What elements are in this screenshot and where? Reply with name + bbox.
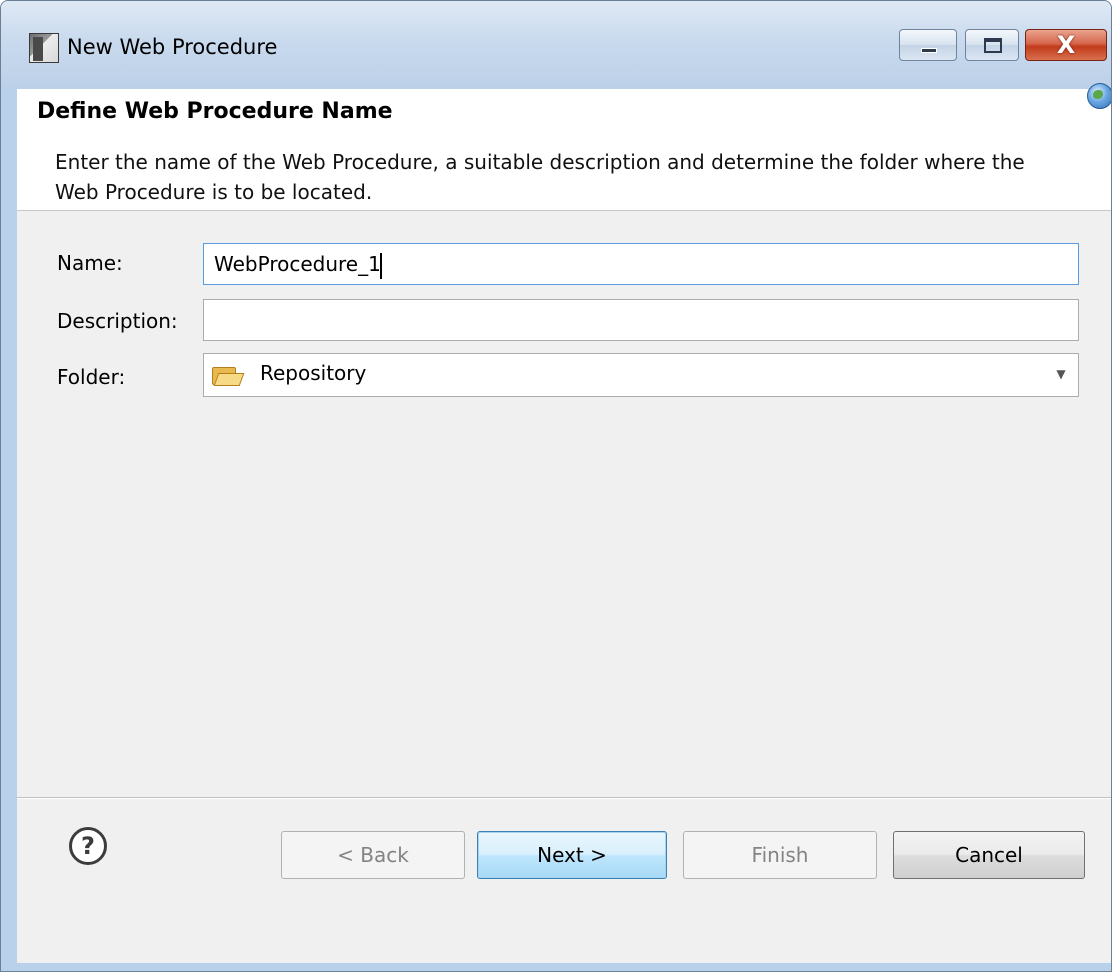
dialog-window: New Web Procedure X Define Web Procedure… [0, 0, 1112, 972]
minimize-icon [921, 48, 937, 53]
page-title: Define Web Procedure Name [37, 99, 393, 124]
globe-icon [1087, 83, 1111, 109]
folder-open-icon [212, 364, 245, 386]
close-button[interactable]: X [1025, 29, 1107, 61]
folder-select-value: Repository [260, 361, 367, 385]
chevron-down-icon[interactable]: ▼ [1054, 365, 1068, 383]
window-title: New Web Procedure [67, 35, 278, 59]
folder-label: Folder: [57, 365, 126, 389]
cancel-button[interactable]: Cancel [893, 831, 1085, 879]
close-icon: X [1056, 31, 1076, 59]
wizard-panel: Define Web Procedure Name Enter the name… [17, 83, 1111, 963]
footer-divider [17, 797, 1111, 799]
name-label: Name: [57, 251, 123, 275]
description-input[interactable] [203, 299, 1079, 341]
help-icon[interactable]: ? [69, 827, 107, 865]
finish-button[interactable]: Finish [683, 831, 877, 879]
title-bar[interactable]: New Web Procedure X [1, 1, 1111, 89]
wizard-header: Define Web Procedure Name Enter the name… [17, 83, 1111, 211]
page-description: Enter the name of the Web Procedure, a s… [55, 150, 1025, 204]
description-label: Description: [57, 309, 178, 333]
name-input[interactable]: WebProcedure_1 [203, 243, 1079, 285]
name-input-value: WebProcedure_1 [214, 252, 381, 276]
text-caret [379, 252, 382, 279]
folder-select[interactable]: Repository ▼ [203, 353, 1079, 397]
minimize-button[interactable] [899, 29, 957, 61]
wizard-icon [29, 33, 59, 63]
next-button[interactable]: Next > [477, 831, 667, 879]
maximize-icon [984, 38, 1002, 53]
back-button[interactable]: < Back [281, 831, 465, 879]
maximize-button[interactable] [965, 29, 1019, 61]
